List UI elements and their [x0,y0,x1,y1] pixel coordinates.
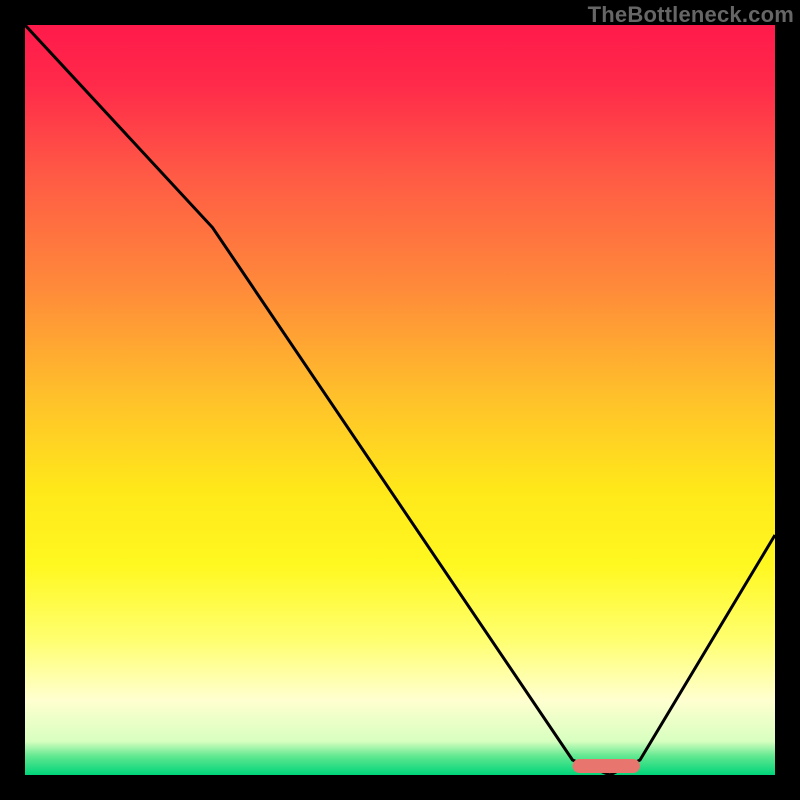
chart-frame: TheBottleneck.com [0,0,800,800]
gradient-background [25,25,775,775]
plot-area [25,25,775,775]
chart-svg [25,25,775,775]
optimal-zone-marker [573,759,641,773]
